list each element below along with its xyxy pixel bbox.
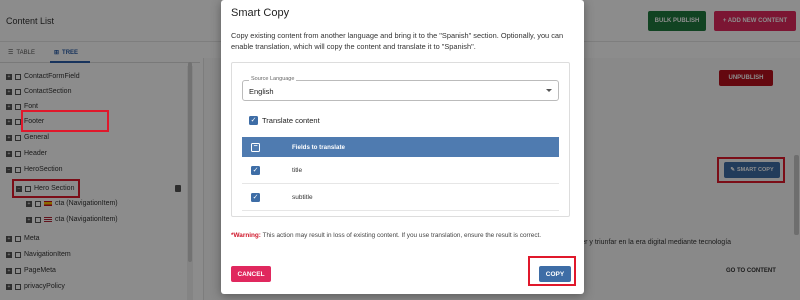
table-row: ✓ title xyxy=(242,157,559,184)
dialog-description: Copy existing content from another langu… xyxy=(231,31,564,51)
checkbox-checked-icon[interactable]: ✓ xyxy=(249,116,258,125)
chevron-down-icon xyxy=(546,89,552,92)
source-language-value: English xyxy=(249,87,274,96)
cancel-button[interactable]: CANCEL xyxy=(231,266,271,282)
checkbox-checked-icon[interactable]: ✓ xyxy=(251,192,260,202)
translate-content-label: Translate content xyxy=(262,116,320,125)
translate-highlight xyxy=(21,110,109,132)
fields-table-header: − Fields to translate xyxy=(242,137,559,157)
source-language-label: Source Language xyxy=(249,76,297,82)
copy-button[interactable]: COPY xyxy=(539,266,571,282)
dialog-title: Smart Copy xyxy=(231,7,290,19)
translate-content-checkbox[interactable]: ✓ Translate content xyxy=(249,116,320,125)
warning-text: This action may result in loss of existi… xyxy=(260,232,542,239)
fields-header-label: Fields to translate xyxy=(292,143,345,151)
field-name: title xyxy=(292,166,303,174)
fields-table: − Fields to translate ✓ title ✓ subtitle xyxy=(242,137,559,211)
warning-prefix: *Warning: xyxy=(231,232,261,239)
source-language-select[interactable]: Source Language English xyxy=(242,76,559,101)
field-name: subtitle xyxy=(292,193,313,201)
table-row: ✓ subtitle xyxy=(242,184,559,211)
select-all-checkbox[interactable]: − xyxy=(251,142,260,152)
warning-message: *Warning: This action may result in loss… xyxy=(231,231,576,240)
checkbox-checked-icon[interactable]: ✓ xyxy=(251,165,260,175)
